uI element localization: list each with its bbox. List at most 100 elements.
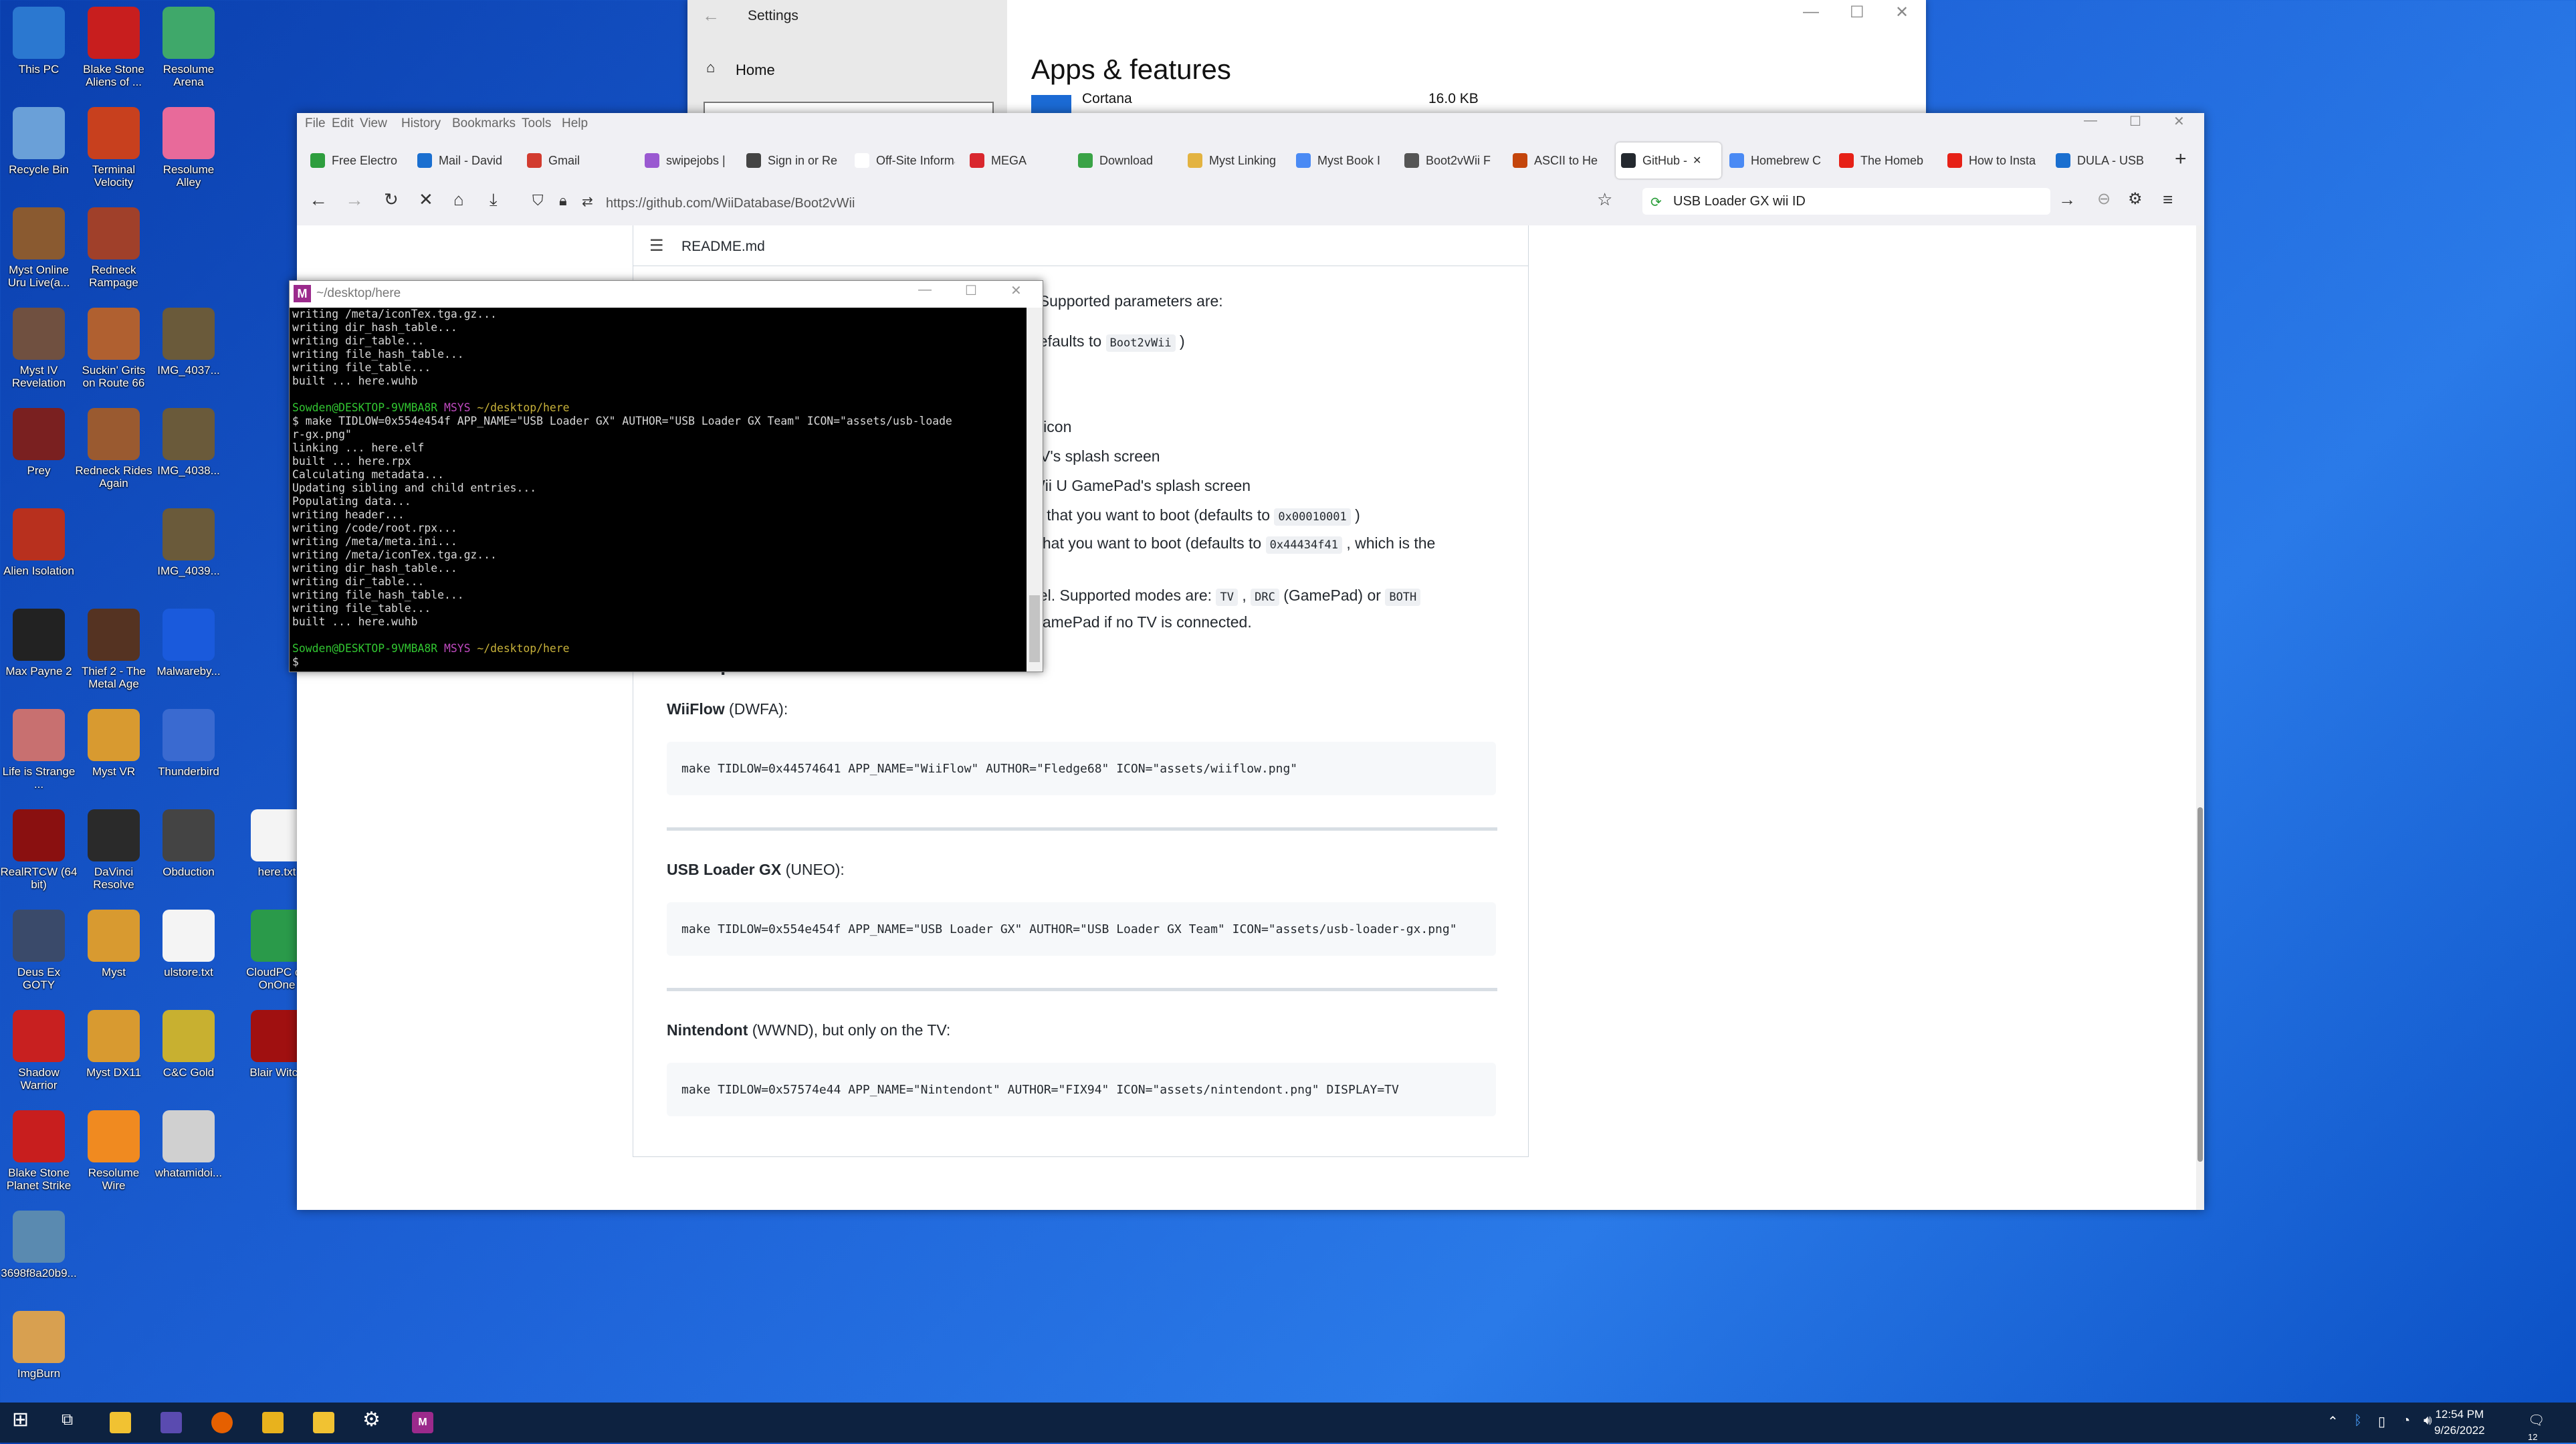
- desktop-icon[interactable]: Recycle Bin: [0, 107, 78, 176]
- desktop-icon[interactable]: Resolume Alley: [150, 107, 227, 189]
- extensions-icon[interactable]: ⚙: [2128, 189, 2143, 209]
- close-icon[interactable]: ✕: [1895, 3, 1909, 22]
- desktop-icon[interactable]: whatamidoi...: [150, 1110, 227, 1179]
- desktop-icon[interactable]: Resolume Wire: [75, 1110, 152, 1192]
- file-explorer-icon[interactable]: [110, 1412, 131, 1433]
- msys-icon[interactable]: M: [412, 1412, 433, 1433]
- task-view-icon[interactable]: ⧉: [62, 1411, 83, 1432]
- wifi-icon[interactable]: ◔: [2402, 1413, 2424, 1435]
- app-icon[interactable]: [262, 1412, 284, 1433]
- code-block[interactable]: make TIDLOW=0x57574e44 APP_NAME="Nintend…: [667, 1063, 1496, 1116]
- menu-item[interactable]: Edit: [332, 116, 354, 131]
- browser-tab[interactable]: Myst Linking: [1182, 142, 1288, 179]
- list-icon[interactable]: ☰: [649, 236, 664, 255]
- desktop-icon[interactable]: Myst Online Uru Live(a...: [0, 207, 78, 289]
- desktop-icon[interactable]: Life is Strange ...: [0, 709, 78, 791]
- desktop-icon[interactable]: Shadow Warrior: [0, 1010, 78, 1092]
- new-tab-icon[interactable]: +: [2175, 148, 2187, 171]
- desktop-icon[interactable]: IMG_4038...: [150, 408, 227, 477]
- menu-item[interactable]: Tools: [522, 116, 551, 131]
- browser-tab[interactable]: DULA - USB: [2050, 142, 2156, 179]
- search-input[interactable]: ⟳ USB Loader GX wii ID: [1642, 188, 2050, 215]
- url-bar[interactable]: https://github.com/WiiDatabase/Boot2vWii: [606, 196, 855, 211]
- browser-tab[interactable]: Off-Site Informa: [849, 142, 955, 179]
- browser-tab[interactable]: The Homeb: [1834, 142, 1939, 179]
- desktop-icon[interactable]: DaVinci Resolve: [75, 809, 152, 891]
- browser-tab[interactable]: Boot2vWii F: [1399, 142, 1505, 179]
- desktop-icon[interactable]: Prey: [0, 408, 78, 477]
- desktop-icon[interactable]: Suckin' Grits on Route 66: [75, 308, 152, 389]
- scrollbar-thumb[interactable]: [1029, 595, 1040, 662]
- forward-icon[interactable]: →: [345, 189, 364, 211]
- desktop-icon[interactable]: RealRTCW (64 bit): [0, 809, 78, 891]
- browser-tab[interactable]: How to Insta: [1942, 142, 2048, 179]
- desktop-icon[interactable]: Myst DX11: [75, 1010, 152, 1079]
- back-icon[interactable]: ←: [309, 189, 328, 211]
- desktop-icon[interactable]: Thunderbird: [150, 709, 227, 778]
- browser-tab[interactable]: Myst Book I: [1291, 142, 1396, 179]
- browser-tab[interactable]: Free Electro: [305, 142, 411, 179]
- folder-icon[interactable]: [313, 1412, 334, 1433]
- menu-item[interactable]: Bookmarks: [452, 116, 516, 131]
- home-icon[interactable]: ⌂: [453, 189, 464, 210]
- terminal-titlebar[interactable]: M ~/desktop/here — ☐ ✕: [290, 281, 1043, 308]
- minimize-icon[interactable]: —: [918, 282, 932, 298]
- browser-tab[interactable]: MEGA: [964, 142, 1070, 179]
- reload-icon[interactable]: ↻: [384, 189, 399, 210]
- browser-tab[interactable]: GitHub - ✕: [1616, 142, 1721, 179]
- desktop-icon[interactable]: Malwareby...: [150, 609, 227, 678]
- desktop-icon[interactable]: Redneck Rampage: [75, 207, 152, 289]
- bluetooth-icon[interactable]: ᛒ: [2354, 1413, 2375, 1435]
- browser-tab[interactable]: Sign in or Re: [741, 142, 847, 179]
- menu-item[interactable]: History: [401, 116, 441, 131]
- desktop-icon[interactable]: Resolume Arena: [150, 7, 227, 88]
- permissions-icon[interactable]: ⇄: [582, 193, 593, 210]
- app-name[interactable]: Cortana: [1082, 91, 1132, 107]
- desktop-icon[interactable]: Thief 2 - The Metal Age: [75, 609, 152, 690]
- minimize-icon[interactable]: —: [2084, 113, 2097, 128]
- desktop-icon[interactable]: IMG_4039...: [150, 508, 227, 577]
- desktop-icon[interactable]: ulstore.txt: [150, 910, 227, 978]
- browser-tab[interactable]: Gmail: [522, 142, 627, 179]
- desktop-icon[interactable]: Alien Isolation: [0, 508, 78, 577]
- browser-tab[interactable]: ASCII to He: [1507, 142, 1613, 179]
- close-icon[interactable]: ✕: [2173, 113, 2185, 130]
- desktop-icon[interactable]: Blake Stone Planet Strike: [0, 1110, 78, 1192]
- maximize-icon[interactable]: ☐: [1850, 3, 1864, 22]
- search-go-icon[interactable]: →: [2058, 189, 2076, 210]
- browser-tab[interactable]: Download: [1073, 142, 1178, 179]
- maximize-icon[interactable]: ☐: [965, 282, 977, 299]
- scrollbar-thumb[interactable]: [2197, 807, 2203, 1162]
- menu-item[interactable]: Help: [562, 116, 588, 131]
- bookmark-star-icon[interactable]: ☆: [1597, 189, 1612, 210]
- settings-gear-icon[interactable]: ⚙: [362, 1408, 384, 1431]
- extension-icon[interactable]: ⊖: [2097, 189, 2111, 209]
- browser-tab[interactable]: Mail - David: [412, 142, 518, 179]
- minimize-icon[interactable]: —: [1803, 3, 1819, 21]
- desktop-icon[interactable]: Blake Stone Aliens of ...: [75, 7, 152, 88]
- desktop-icon[interactable]: Terminal Velocity: [75, 107, 152, 189]
- battery-icon[interactable]: ▯: [2378, 1413, 2399, 1435]
- desktop-icon[interactable]: Myst: [75, 910, 152, 978]
- terminal-scrollbar[interactable]: [1027, 308, 1043, 672]
- stop-icon[interactable]: ✕: [419, 189, 433, 210]
- back-arrow-icon[interactable]: ←: [702, 5, 720, 26]
- download-icon[interactable]: ⤓: [490, 189, 498, 211]
- hamburger-menu-icon[interactable]: ≡: [2163, 189, 2173, 210]
- chevron-up-icon[interactable]: ⌃: [2327, 1413, 2349, 1435]
- terminal-output[interactable]: writing /meta/iconTex.tga.gz... writing d…: [290, 308, 1027, 672]
- page-scrollbar[interactable]: [2196, 225, 2204, 1210]
- desktop-icon[interactable]: Max Payne 2: [0, 609, 78, 678]
- close-icon[interactable]: ✕: [1010, 282, 1022, 299]
- settings-home-link[interactable]: Home: [736, 62, 775, 79]
- shield-icon[interactable]: ⛉: [532, 192, 544, 209]
- code-block[interactable]: make TIDLOW=0x44574641 APP_NAME="WiiFlow…: [667, 742, 1496, 795]
- desktop-icon[interactable]: IMG_4037...: [150, 308, 227, 377]
- notification-icon[interactable]: 🗨︎12: [2528, 1412, 2549, 1442]
- desktop-icon[interactable]: Obduction: [150, 809, 227, 878]
- desktop-icon[interactable]: Myst IV Revelation: [0, 308, 78, 389]
- code-block[interactable]: make TIDLOW=0x554e454f APP_NAME="USB Loa…: [667, 902, 1496, 956]
- desktop-icon[interactable]: C&C Gold: [150, 1010, 227, 1079]
- desktop-icon[interactable]: This PC: [0, 7, 78, 76]
- desktop-icon[interactable]: Redneck Rides Again: [75, 408, 152, 490]
